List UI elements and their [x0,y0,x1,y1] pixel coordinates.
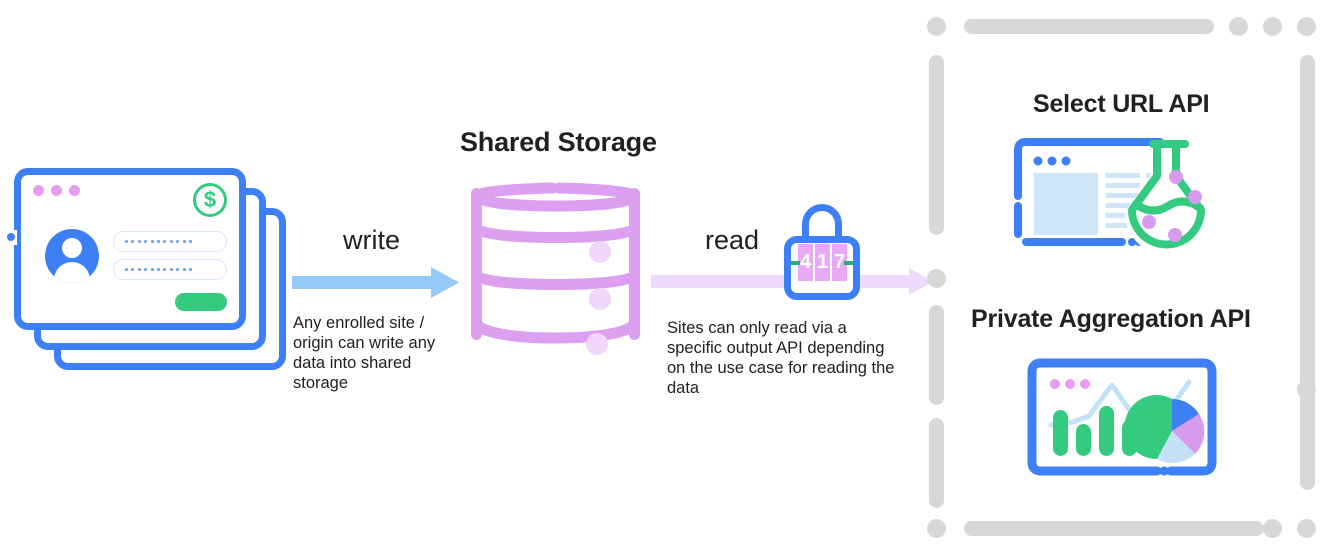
panel-border-dash [929,305,944,405]
panel-border-dash [929,418,944,508]
combination-lock-icon: 4 1 7 [784,204,860,300]
site-card-front: $ [14,168,246,330]
lock-digit: 1 [815,244,830,281]
lock-digit: 4 [798,244,813,281]
enrolled-sites-card-stack: $ [4,168,290,373]
panel-border-dot [927,269,946,288]
panel-border-dash [964,521,1264,536]
window-dot-icon [51,185,62,196]
panel-border-dot [1297,380,1316,399]
password-field[interactable] [113,259,227,280]
browser-with-flask-icon [1014,138,1227,258]
write-flow-caption: Any enrolled site / origin can write any… [293,314,436,392]
card-edge-dot-icon [7,233,15,241]
panel-border-dash [964,19,1214,34]
username-field[interactable] [113,231,227,252]
diagram-canvas: $ write Any enrolled site / origin can w… [0,0,1333,555]
select-url-api-title: Select URL API [1033,90,1210,118]
dollar-coin-icon: $ [193,183,227,217]
shared-storage-title: Shared Storage [460,127,657,157]
lock-dash-left-icon [791,261,800,265]
panel-border-dot [1297,519,1316,538]
panel-border-dash [929,55,944,235]
user-avatar-icon [45,229,99,283]
panel-border-dot [927,17,946,36]
read-flow-label: read [705,225,760,255]
panel-border-dot [927,519,946,538]
window-dots [33,185,80,196]
lock-dash-right-icon [844,261,853,265]
panel-border-dot [1263,17,1282,36]
panel-border-dot [1297,17,1316,36]
panel-border-dot [1263,519,1282,538]
login-submit-button[interactable] [175,293,227,311]
read-flow-caption: Sites can only read via a specific outpu… [667,319,895,397]
private-aggregation-api-title: Private Aggregation API [971,305,1251,333]
shared-storage-database-icon [470,166,641,362]
write-arrow-icon [292,267,459,298]
browser-with-charts-icon [1027,358,1217,480]
window-dot-icon [33,185,44,196]
panel-border-dot [1229,17,1248,36]
panel-border-dash [1300,55,1315,490]
window-dot-icon [69,185,80,196]
lock-combination-digits: 4 1 7 [798,244,847,281]
write-flow-label: write [343,225,401,255]
